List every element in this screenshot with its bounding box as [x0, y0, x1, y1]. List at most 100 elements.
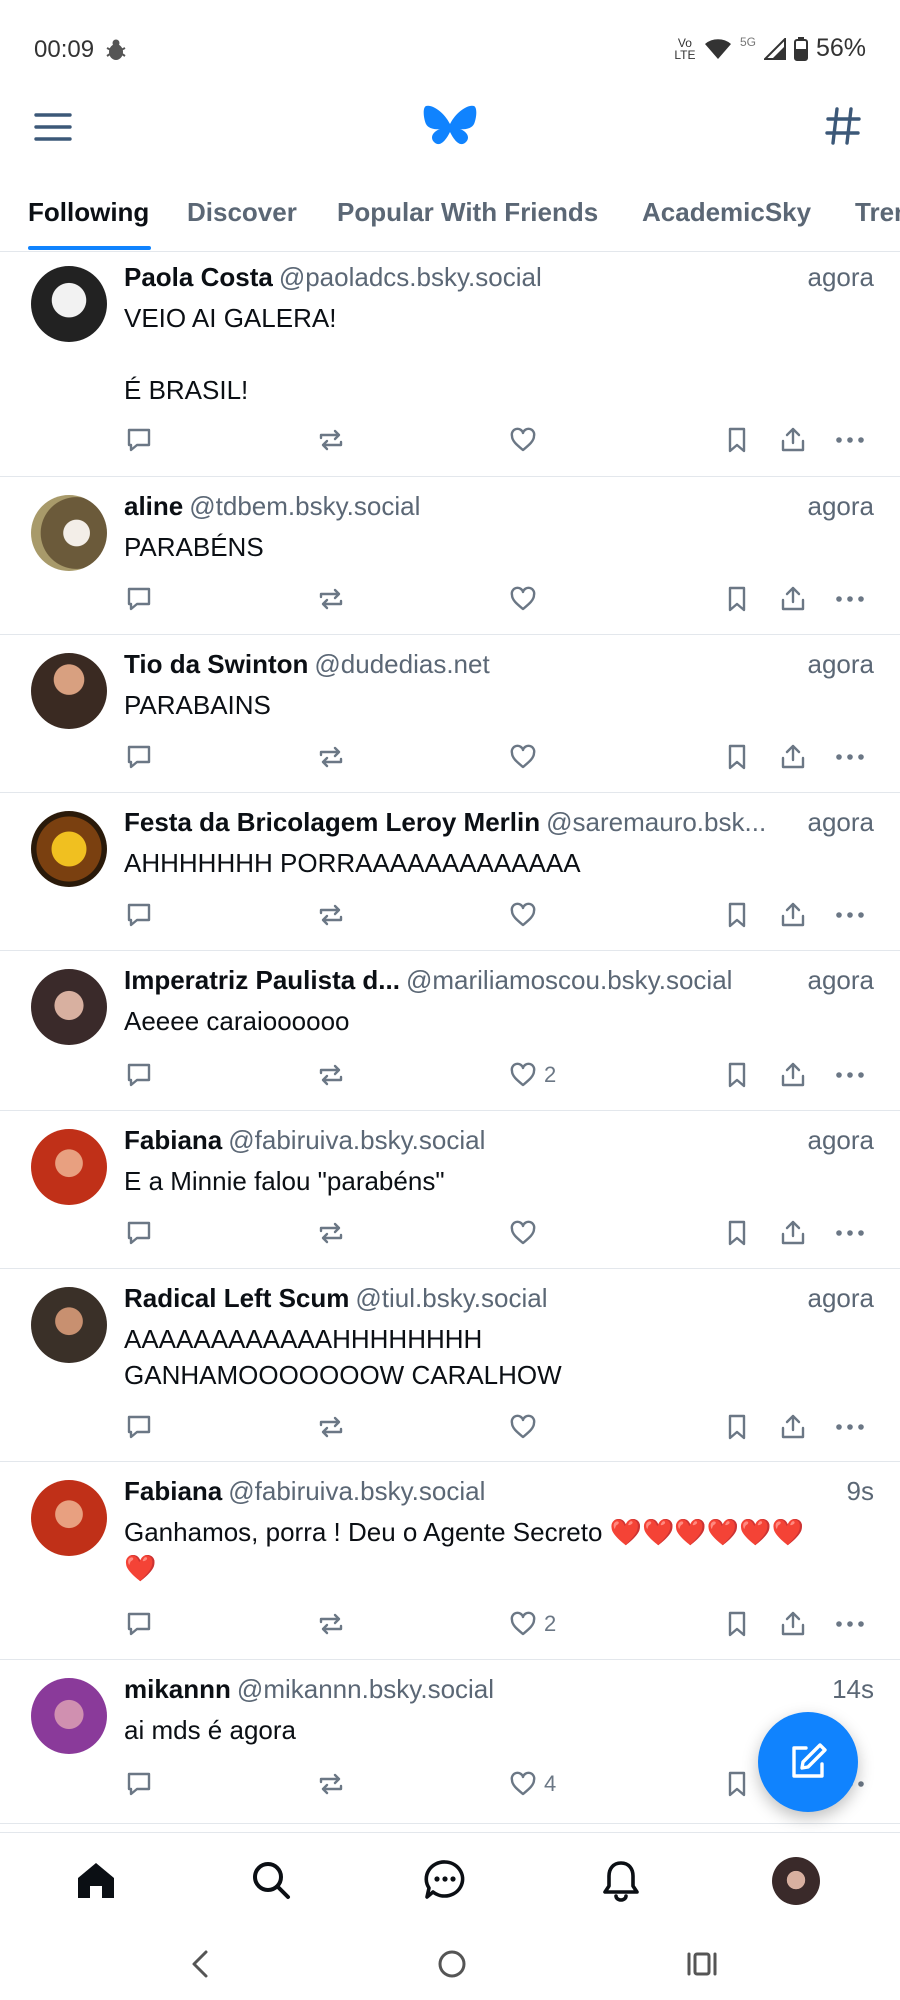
- author-handle[interactable]: @mariliamoscou.bsky.social: [406, 965, 732, 995]
- share-button[interactable]: [778, 1213, 808, 1253]
- tab-academicsky[interactable]: AcademicSky: [642, 192, 811, 248]
- bookmark-button[interactable]: [722, 737, 752, 777]
- repost-button[interactable]: [316, 1407, 346, 1447]
- profile-avatar[interactable]: [772, 1857, 820, 1905]
- tab-following[interactable]: Following: [28, 192, 149, 248]
- reply-button[interactable]: [124, 1764, 154, 1804]
- author-handle[interactable]: @tdbem.bsky.social: [189, 491, 420, 521]
- more-options-button[interactable]: [834, 1213, 866, 1253]
- like-button[interactable]: [508, 737, 544, 777]
- more-options-button[interactable]: [834, 1407, 866, 1447]
- bookmark-button[interactable]: [722, 895, 752, 935]
- post-item[interactable]: Imperatriz Paulista d... @mariliamoscou.b…: [0, 951, 900, 1111]
- post-item[interactable]: Paola Costa @paoladcs.bsky.social agora V…: [0, 252, 900, 477]
- bookmark-button[interactable]: [722, 579, 752, 619]
- hashtag-icon[interactable]: [824, 106, 862, 146]
- post-item[interactable]: Fabiana @fabiruiva.bsky.social agora E a …: [0, 1111, 900, 1269]
- hamburger-menu-icon[interactable]: [34, 112, 72, 142]
- repost-button[interactable]: [316, 737, 346, 777]
- repost-button[interactable]: [316, 1055, 346, 1095]
- repost-button[interactable]: [316, 1604, 346, 1644]
- avatar[interactable]: [31, 811, 107, 887]
- system-home-button[interactable]: [432, 1944, 472, 1984]
- avatar[interactable]: [31, 1129, 107, 1205]
- like-button[interactable]: [508, 1407, 544, 1447]
- reply-button[interactable]: [124, 1604, 154, 1644]
- author-name[interactable]: Paola Costa: [124, 262, 273, 292]
- reply-button[interactable]: [124, 1407, 154, 1447]
- share-button[interactable]: [778, 1604, 808, 1644]
- bookmark-button[interactable]: [722, 420, 752, 460]
- more-options-button[interactable]: [834, 895, 866, 935]
- reply-button[interactable]: [124, 1213, 154, 1253]
- reply-button[interactable]: [124, 1055, 154, 1095]
- post-feed[interactable]: Paola Costa @paoladcs.bsky.social agora V…: [0, 252, 900, 1832]
- share-button[interactable]: [778, 1055, 808, 1095]
- post-item[interactable]: Tio da Swinton @dudedias.net agora PARABA…: [0, 635, 900, 793]
- repost-button[interactable]: [316, 579, 346, 619]
- system-recents-button[interactable]: [682, 1944, 722, 1984]
- avatar[interactable]: [31, 969, 107, 1045]
- author-name[interactable]: Imperatriz Paulista d...: [124, 965, 400, 995]
- author-name[interactable]: mikannn: [124, 1674, 231, 1704]
- tab-discover[interactable]: Discover: [187, 192, 297, 248]
- nav-notifications[interactable]: [596, 1855, 646, 1905]
- like-button[interactable]: [508, 420, 544, 460]
- author-name[interactable]: Fabiana: [124, 1476, 222, 1506]
- author-handle[interactable]: @dudedias.net: [314, 649, 489, 679]
- bookmark-button[interactable]: [722, 1604, 752, 1644]
- reply-button[interactable]: [124, 579, 154, 619]
- post-item[interactable]: Radical Left Scum @tiul.bsky.social agora…: [0, 1269, 900, 1462]
- post-item[interactable]: Festa da Bricolagem Leroy Merlin @saremau…: [0, 793, 900, 951]
- like-button[interactable]: [508, 579, 544, 619]
- nav-search[interactable]: [246, 1855, 296, 1905]
- author-name[interactable]: Radical Left Scum: [124, 1283, 349, 1313]
- like-button[interactable]: 2: [508, 1055, 556, 1095]
- avatar[interactable]: [31, 495, 107, 571]
- author-handle[interactable]: @paoladcs.bsky.social: [279, 262, 542, 292]
- like-button[interactable]: 2: [508, 1604, 556, 1644]
- avatar[interactable]: [31, 266, 107, 342]
- avatar[interactable]: [31, 1678, 107, 1754]
- author-handle[interactable]: @tiul.bsky.social: [355, 1283, 547, 1313]
- bookmark-button[interactable]: [722, 1213, 752, 1253]
- nav-home[interactable]: [71, 1855, 121, 1905]
- author-name[interactable]: Tio da Swinton: [124, 649, 308, 679]
- compose-button[interactable]: [758, 1712, 858, 1812]
- bookmark-button[interactable]: [722, 1764, 752, 1804]
- avatar[interactable]: [31, 653, 107, 729]
- repost-button[interactable]: [316, 1213, 346, 1253]
- author-handle[interactable]: @fabiruiva.bsky.social: [228, 1476, 485, 1506]
- share-button[interactable]: [778, 737, 808, 777]
- more-options-button[interactable]: [834, 420, 866, 460]
- more-options-button[interactable]: [834, 737, 866, 777]
- like-button[interactable]: [508, 895, 544, 935]
- like-button[interactable]: [508, 1213, 544, 1253]
- tab-trending[interactable]: Trending: [855, 192, 900, 248]
- bookmark-button[interactable]: [722, 1055, 752, 1095]
- nav-chat[interactable]: [420, 1855, 470, 1905]
- post-item[interactable]: Fabiana @fabiruiva.bsky.social 9s Ganhamo…: [0, 1462, 900, 1660]
- reply-button[interactable]: [124, 737, 154, 777]
- tab-popular-with-friends[interactable]: Popular With Friends: [337, 192, 598, 248]
- author-handle[interactable]: @mikannn.bsky.social: [237, 1674, 494, 1704]
- more-options-button[interactable]: [834, 1604, 866, 1644]
- author-handle[interactable]: @fabiruiva.bsky.social: [228, 1125, 485, 1155]
- more-options-button[interactable]: [834, 579, 866, 619]
- author-name[interactable]: Fabiana: [124, 1125, 222, 1155]
- post-item[interactable]: aline @tdbem.bsky.social agora PARABÉNS: [0, 477, 900, 635]
- repost-button[interactable]: [316, 895, 346, 935]
- avatar[interactable]: [31, 1480, 107, 1556]
- author-name[interactable]: Festa da Bricolagem Leroy Merlin: [124, 807, 540, 837]
- repost-button[interactable]: [316, 1764, 346, 1804]
- butterfly-logo-icon[interactable]: [422, 104, 478, 150]
- share-button[interactable]: [778, 420, 808, 460]
- bookmark-button[interactable]: [722, 1407, 752, 1447]
- reply-button[interactable]: [124, 420, 154, 460]
- like-button[interactable]: 4: [508, 1764, 556, 1804]
- more-options-button[interactable]: [834, 1055, 866, 1095]
- reply-button[interactable]: [124, 895, 154, 935]
- system-back-button[interactable]: [180, 1944, 220, 1984]
- repost-button[interactable]: [316, 420, 346, 460]
- share-button[interactable]: [778, 895, 808, 935]
